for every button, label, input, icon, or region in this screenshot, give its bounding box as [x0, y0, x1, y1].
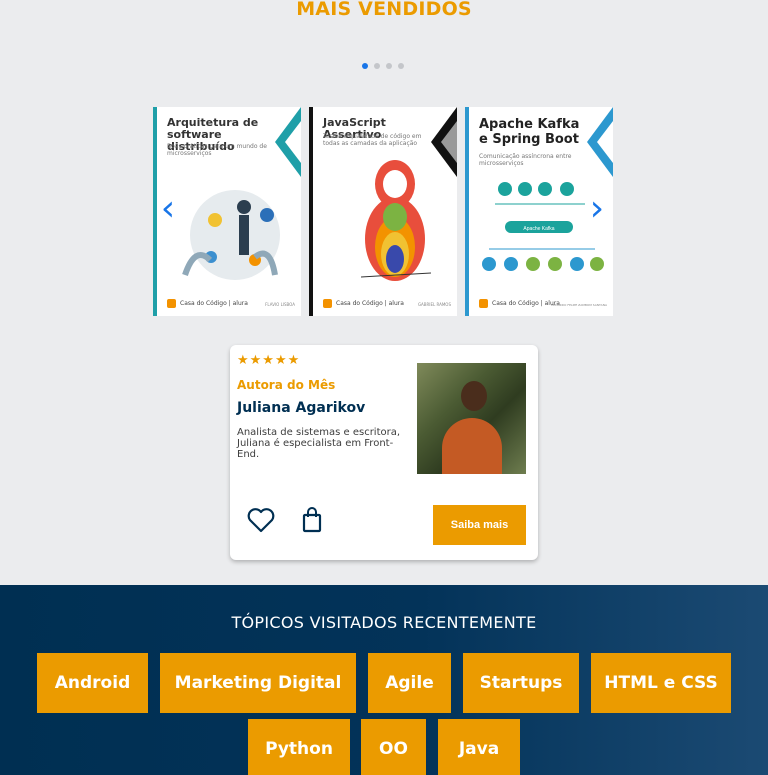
publisher-logo-icon — [479, 299, 488, 308]
topic-tag-java[interactable]: Java — [438, 719, 520, 775]
book-publisher: Casa do Código | alura — [323, 299, 404, 308]
carousel-next-arrow-icon[interactable]: › — [587, 191, 607, 227]
author-card-label: Autora do Mês — [237, 378, 336, 392]
book-cover-javascript[interactable]: JavaScript Assertivo Testes e qualidade … — [309, 107, 457, 316]
book-title: Apache Kafka e Spring Boot — [479, 117, 580, 147]
book-author: GABRIEL RAMOS — [417, 302, 451, 307]
carousel-dot-1[interactable] — [362, 63, 368, 69]
topic-tag-oo[interactable]: OO — [361, 719, 426, 775]
book-publisher: Casa do Código | alura — [167, 299, 248, 308]
carousel-dot-2[interactable] — [374, 63, 380, 69]
author-name: Juliana Agarikov — [237, 400, 366, 416]
topic-tag-agile[interactable]: Agile — [368, 653, 451, 713]
cover-chevron-icon — [431, 107, 457, 177]
shopping-bag-icon[interactable] — [297, 505, 327, 535]
book-subtitle: Boas práticas para um mundo de microsser… — [167, 143, 267, 157]
publisher-logo-icon — [167, 299, 176, 308]
publisher-logo-icon — [323, 299, 332, 308]
cover-chevron-icon — [587, 107, 613, 177]
photo-head — [461, 381, 487, 411]
book-subtitle: Comunicação assíncrona entre microsservi… — [479, 153, 572, 167]
rating-stars-icon: ★★★★★ — [237, 353, 301, 368]
book-author: FLAVIO LISBOA — [265, 302, 295, 307]
topic-tag-android[interactable]: Android — [37, 653, 148, 713]
cover-illustration-icon — [182, 190, 280, 280]
book-author: EDUARDO FELIPE ZAMBOM SANTANA — [551, 303, 607, 307]
section-title: MAIS VENDIDOS — [296, 0, 472, 20]
favorite-heart-icon[interactable] — [246, 505, 276, 535]
carousel-pagination — [362, 63, 404, 69]
book-subtitle: Testes e qualidade de código em todas as… — [323, 133, 422, 147]
author-bio: Analista de sistemas e escritora, Julian… — [237, 427, 401, 460]
book-publisher: Casa do Código | alura — [479, 299, 560, 308]
matryoshka-illustration-icon — [361, 160, 431, 281]
topic-tag-marketing-digital[interactable]: Marketing Digital — [160, 653, 356, 713]
author-of-month-card: ★★★★★ Autora do Mês Juliana Agarikov Ana… — [230, 345, 538, 560]
books-carousel: Arquitetura de software distribuído Boas… — [153, 107, 615, 316]
topic-tag-startups[interactable]: Startups — [463, 653, 579, 713]
topic-tag-python[interactable]: Python — [248, 719, 350, 775]
author-photo — [417, 363, 526, 474]
carousel-prev-arrow-icon[interactable]: ‹ — [158, 191, 178, 227]
photo-body — [442, 418, 502, 474]
kafka-node-label: Apache Kafka — [523, 226, 554, 232]
saiba-mais-button[interactable]: Saiba mais — [433, 505, 526, 545]
carousel-dot-3[interactable] — [386, 63, 392, 69]
carousel-dot-4[interactable] — [398, 63, 404, 69]
topic-tag-html-css[interactable]: HTML e CSS — [591, 653, 731, 713]
topics-title: TÓPICOS VISITADOS RECENTEMENTE — [231, 613, 537, 632]
recent-topics-section: TÓPICOS VISITADOS RECENTEMENTE Android M… — [0, 585, 768, 775]
